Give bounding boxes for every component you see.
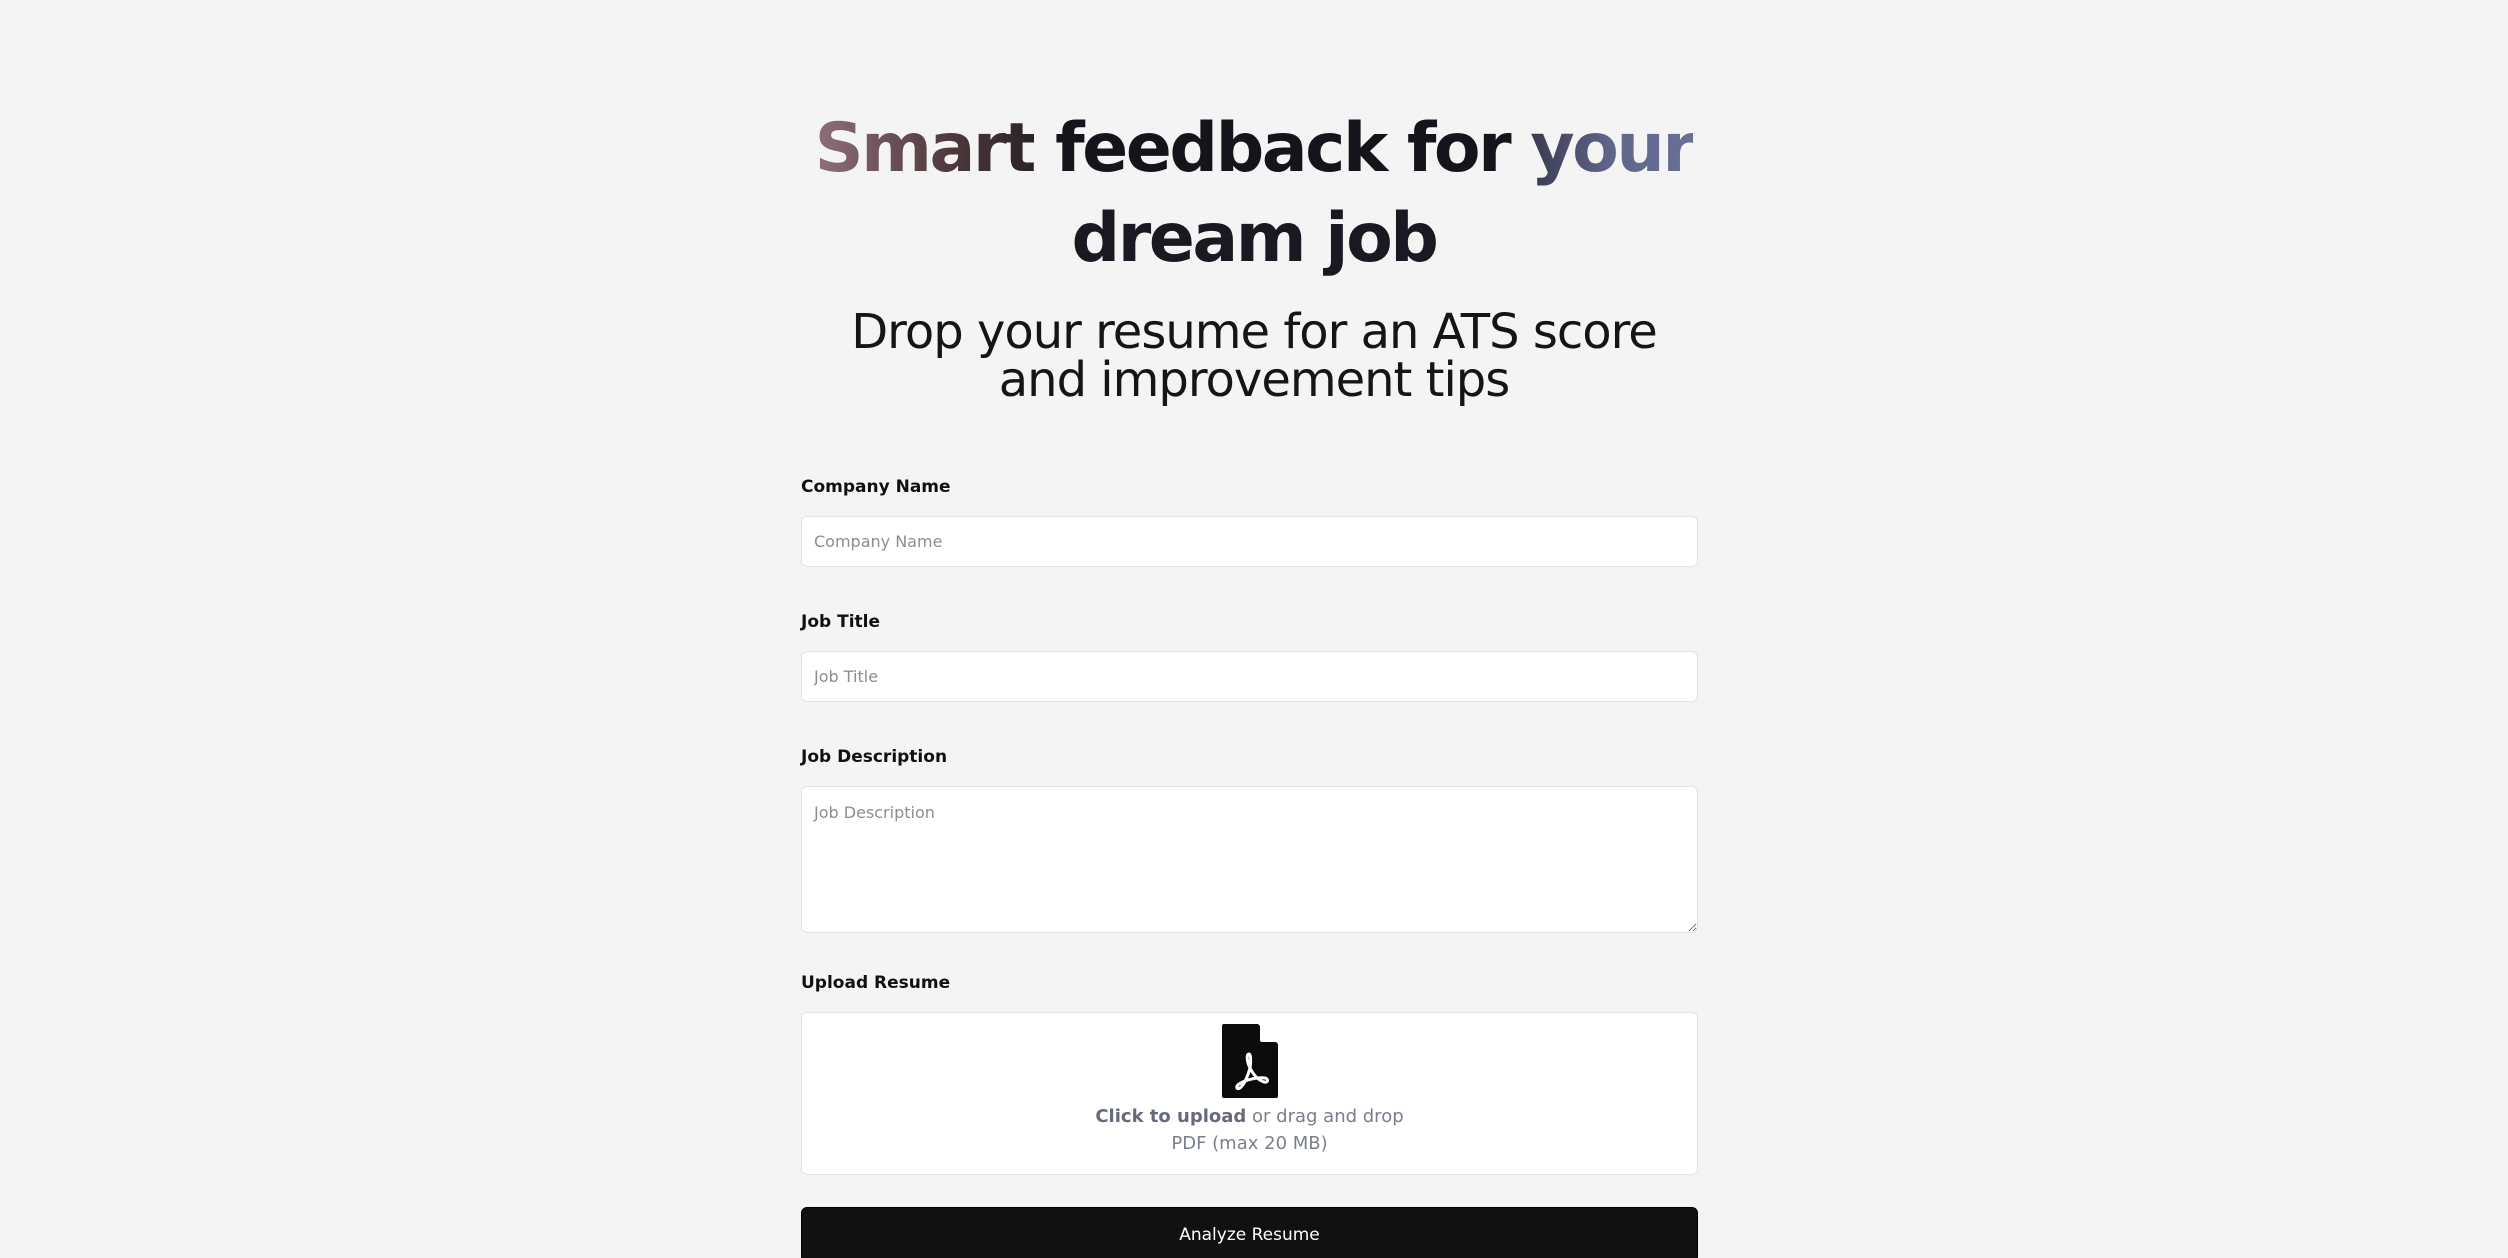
company-name-label: Company Name <box>801 477 951 497</box>
drag-and-drop-text: or drag and drop <box>1246 1106 1404 1127</box>
job-title-input[interactable] <box>801 651 1698 702</box>
page-subtitle: Drop your resume for an ATS score and im… <box>0 308 2508 404</box>
upload-file-hint: PDF (max 20 MB) <box>1171 1133 1328 1154</box>
upload-resume-label: Upload Resume <box>801 973 951 993</box>
job-description-textarea[interactable] <box>801 786 1698 933</box>
click-to-upload-link[interactable]: Click to upload <box>1095 1106 1246 1127</box>
job-description-label: Job Description <box>801 747 948 767</box>
analyze-resume-button[interactable]: Analyze Resume <box>801 1207 1698 1258</box>
title-line-2: dream job <box>1071 199 1439 278</box>
title-middle: feedback for <box>1033 109 1531 188</box>
pdf-file-icon <box>1221 1024 1278 1098</box>
upload-instructions: Click to upload or drag and drop <box>1095 1105 1403 1129</box>
title-word-your: your <box>1530 109 1696 188</box>
page-title: Smart feedback for your dream job <box>0 104 2508 284</box>
resume-dropzone[interactable]: Click to upload or drag and drop PDF (ma… <box>801 1012 1698 1175</box>
hero: Smart feedback for your dream job Drop y… <box>0 104 2508 404</box>
page: Smart feedback for your dream job Drop y… <box>0 0 2508 1258</box>
subtitle-line-2: and improvement tips <box>998 352 1511 408</box>
title-word-smart: Smart <box>814 109 1037 188</box>
resume-form: Company Name Job Title Job Description U… <box>801 476 1698 1258</box>
job-title-label: Job Title <box>801 612 880 632</box>
company-name-input[interactable] <box>801 516 1698 567</box>
